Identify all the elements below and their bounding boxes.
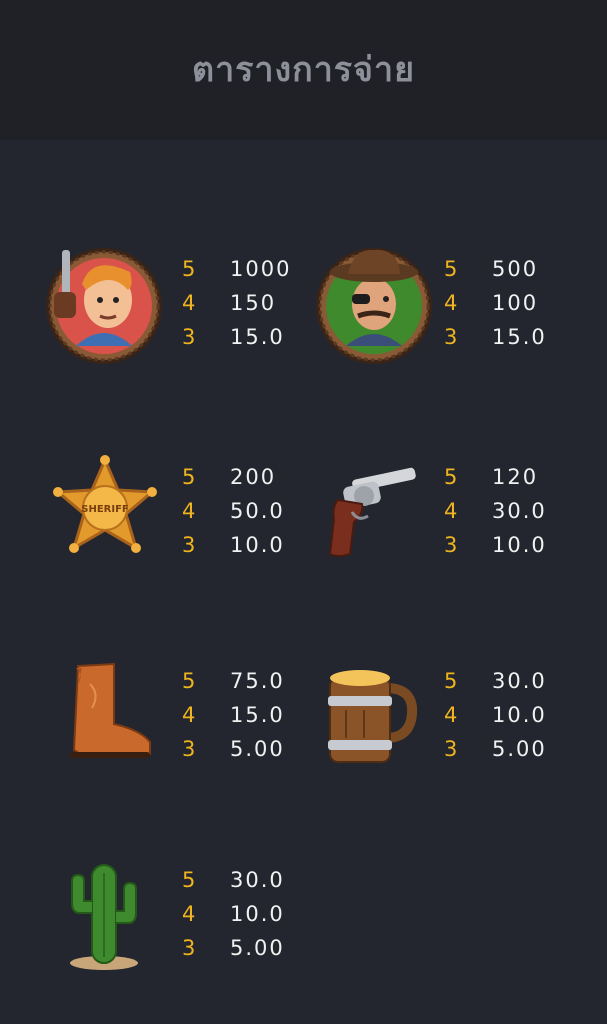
paytable-entry-outlaw: 5 500 4 100 3 15.0: [302, 242, 582, 364]
payout-row: 3 5.00: [182, 931, 285, 965]
outlaw-portrait-icon: [302, 242, 432, 372]
sheriff-portrait-icon: [40, 242, 170, 372]
payout-row: 5 120: [444, 460, 547, 494]
payout-value: 30.0: [230, 868, 285, 892]
payout-row: 4 30.0: [444, 494, 547, 528]
paytable-entry-boot: 5 75.0 4 15.0 3 5.00: [40, 654, 320, 774]
payout-value: 100: [492, 291, 539, 315]
match-count: 5: [444, 257, 458, 281]
sheriff-badge-icon: SHERIFF: [40, 450, 170, 580]
payout-value: 30.0: [492, 669, 547, 693]
payout-value: 500: [492, 257, 539, 281]
page-title: ตารางการจ่าย: [191, 50, 415, 90]
paytable-entry-revolver: 5 120 4 30.0 3 10.0: [302, 450, 582, 570]
match-count: 3: [182, 737, 196, 761]
payout-row: 5 75.0: [182, 664, 285, 698]
paytable-header: ตารางการจ่าย: [0, 0, 607, 140]
match-count: 5: [444, 465, 458, 489]
payout-list: 5 200 4 50.0 3 10.0: [182, 460, 285, 562]
payout-value: 5.00: [230, 737, 285, 761]
payout-value: 15.0: [230, 325, 285, 349]
beer-mug-icon: [302, 654, 432, 784]
payout-value: 10.0: [492, 533, 547, 557]
match-count: 3: [182, 533, 196, 557]
payout-row: 3 15.0: [444, 320, 547, 354]
match-count: 3: [182, 325, 196, 349]
paytable-entry-sheriff: 5 1000 4 150 3 15.0: [40, 242, 320, 364]
paytable-entry-badge: SHERIFF 5 200 4 50.0 3 10.0: [40, 450, 320, 570]
payout-row: 4 50.0: [182, 494, 285, 528]
payout-row: 5 200: [182, 460, 285, 494]
payout-row: 5 500: [444, 252, 547, 286]
payout-list: 5 1000 4 150 3 15.0: [182, 252, 291, 354]
cowboy-boot-icon: [40, 654, 170, 784]
payout-value: 10.0: [492, 703, 547, 727]
badge-text: SHERIFF: [81, 504, 129, 515]
payout-value: 200: [230, 465, 277, 489]
match-count: 5: [182, 257, 196, 281]
payout-value: 150: [230, 291, 277, 315]
payout-value: 50.0: [230, 499, 285, 523]
payout-value: 75.0: [230, 669, 285, 693]
match-count: 5: [182, 669, 196, 693]
match-count: 3: [444, 325, 458, 349]
payout-row: 3 10.0: [182, 528, 285, 562]
payout-value: 15.0: [492, 325, 547, 349]
payout-row: 3 15.0: [182, 320, 291, 354]
match-count: 4: [182, 703, 196, 727]
payout-row: 3 10.0: [444, 528, 547, 562]
paytable-entry-cactus: 5 30.0 4 10.0 3 5.00: [40, 853, 320, 973]
match-count: 4: [444, 499, 458, 523]
match-count: 4: [182, 291, 196, 315]
match-count: 3: [182, 936, 196, 960]
payout-value: 5.00: [230, 936, 285, 960]
payout-value: 10.0: [230, 902, 285, 926]
payout-value: 10.0: [230, 533, 285, 557]
match-count: 4: [444, 703, 458, 727]
match-count: 5: [182, 868, 196, 892]
match-count: 4: [182, 902, 196, 926]
match-count: 4: [444, 291, 458, 315]
payout-list: 5 30.0 4 10.0 3 5.00: [444, 664, 547, 766]
match-count: 5: [444, 669, 458, 693]
payout-row: 4 10.0: [444, 698, 547, 732]
payout-row: 4 10.0: [182, 897, 285, 931]
payout-row: 3 5.00: [444, 732, 547, 766]
payout-row: 4 100: [444, 286, 547, 320]
payout-value: 1000: [230, 257, 292, 281]
paytable-grid: 5 1000 4 150 3 15.0 5 500 4 100 3 15.0 S…: [0, 140, 607, 1024]
payout-list: 5 30.0 4 10.0 3 5.00: [182, 863, 285, 965]
payout-row: 5 1000: [182, 252, 291, 286]
payout-list: 5 500 4 100 3 15.0: [444, 252, 547, 354]
payout-value: 5.00: [492, 737, 547, 761]
payout-row: 3 5.00: [182, 732, 285, 766]
payout-value: 120: [492, 465, 539, 489]
match-count: 3: [444, 533, 458, 557]
payout-list: 5 120 4 30.0 3 10.0: [444, 460, 547, 562]
paytable-entry-mug: 5 30.0 4 10.0 3 5.00: [302, 654, 582, 774]
payout-row: 4 150: [182, 286, 291, 320]
match-count: 3: [444, 737, 458, 761]
match-count: 5: [182, 465, 196, 489]
match-count: 4: [182, 499, 196, 523]
payout-row: 5 30.0: [182, 863, 285, 897]
cactus-icon: [40, 853, 170, 983]
payout-row: 4 15.0: [182, 698, 285, 732]
payout-value: 15.0: [230, 703, 285, 727]
revolver-icon: [302, 450, 432, 580]
payout-value: 30.0: [492, 499, 547, 523]
payout-list: 5 75.0 4 15.0 3 5.00: [182, 664, 285, 766]
payout-row: 5 30.0: [444, 664, 547, 698]
